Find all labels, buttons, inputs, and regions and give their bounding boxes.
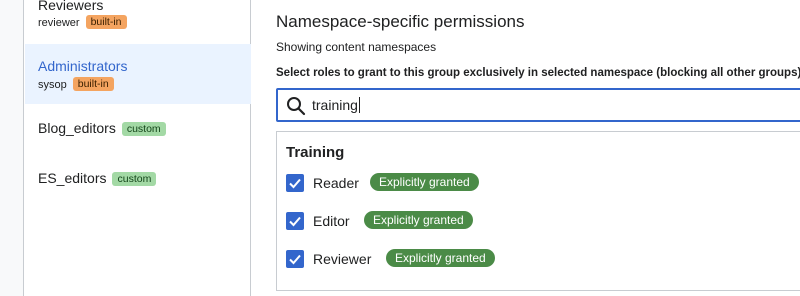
- main-content: Namespace-specific permissions Showing c…: [252, 0, 800, 296]
- group-name-row: Blog_editors custom: [38, 120, 166, 136]
- group-subtitle: sysop built-in: [38, 77, 114, 91]
- page-subtitle: Showing content namespaces: [276, 40, 437, 54]
- group-id: reviewer: [38, 17, 80, 29]
- group-name: ES_editors: [38, 170, 107, 186]
- reader-checkbox[interactable]: [286, 174, 304, 192]
- permission-label: Editor: [313, 213, 350, 229]
- explicitly-granted-badge: Explicitly granted: [364, 211, 473, 229]
- group-item-administrators[interactable]: Administrators sysop built-in: [25, 44, 251, 104]
- built-in-tag: built-in: [85, 15, 127, 29]
- namespace-panel: Training Reader Explicitly granted Edito…: [276, 131, 800, 291]
- group-name: Reviewers: [38, 0, 104, 13]
- search-icon: [286, 96, 306, 116]
- search-value: training: [312, 97, 360, 113]
- namespace-title: Training: [286, 144, 345, 161]
- group-name: Blog_editors: [38, 120, 116, 136]
- reviewer-checkbox[interactable]: [286, 250, 304, 268]
- permission-label: Reviewer: [313, 251, 372, 267]
- left-gutter: [0, 0, 24, 296]
- checkmark-icon: [289, 216, 301, 227]
- group-item-blog-editors[interactable]: Blog_editors custom: [25, 108, 251, 152]
- group-subtitle: reviewer built-in: [38, 15, 127, 29]
- checkmark-icon: [289, 254, 301, 265]
- group-item-reviewers[interactable]: Reviewers reviewer built-in: [25, 0, 251, 40]
- text-caret: [358, 97, 360, 113]
- custom-tag: custom: [112, 172, 157, 186]
- namespace-search-input[interactable]: training: [276, 88, 800, 122]
- explicitly-granted-badge: Explicitly granted: [386, 249, 495, 267]
- custom-tag: custom: [121, 122, 166, 136]
- explicitly-granted-badge: Explicitly granted: [370, 173, 479, 191]
- instruction-text: Select roles to grant to this group excl…: [276, 67, 800, 79]
- group-list-sidebar: Reviewers reviewer built-in Administrator…: [25, 0, 251, 296]
- checkmark-icon: [289, 178, 301, 189]
- group-name-row: ES_editors custom: [38, 170, 157, 186]
- group-id: sysop: [38, 79, 67, 91]
- built-in-tag: built-in: [72, 77, 114, 91]
- search-text: training: [312, 97, 358, 113]
- editor-checkbox[interactable]: [286, 212, 304, 230]
- page-title: Namespace-specific permissions: [276, 12, 525, 31]
- group-item-es-editors[interactable]: ES_editors custom: [25, 158, 251, 202]
- permission-label: Reader: [313, 175, 359, 191]
- group-name: Administrators: [38, 58, 128, 74]
